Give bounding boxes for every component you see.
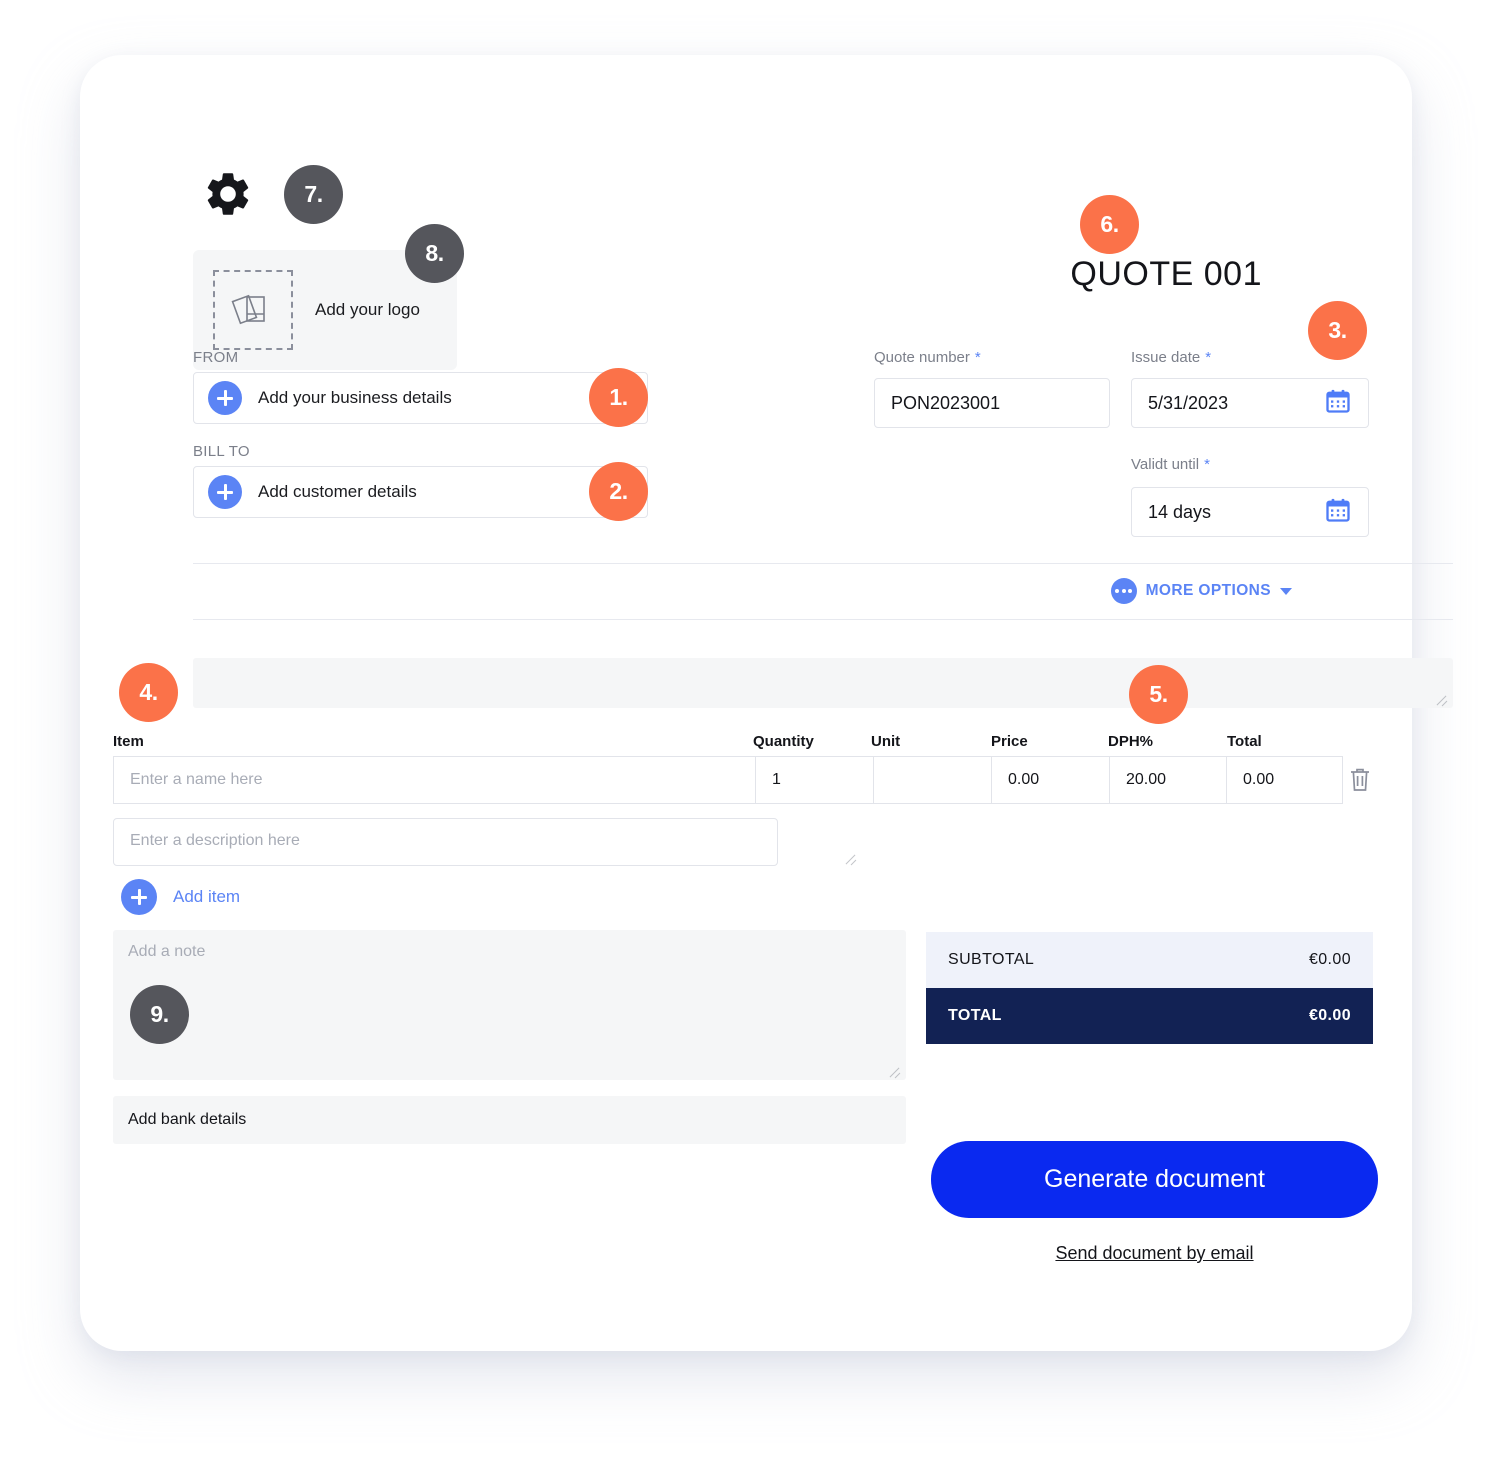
calendar-icon[interactable] bbox=[1324, 387, 1352, 420]
annotation-badge-label: 8. bbox=[425, 240, 444, 266]
add-business-details-label: Add your business details bbox=[258, 388, 452, 407]
item-name-input[interactable]: Enter a name here bbox=[113, 756, 755, 804]
quote-number-label-text: Quote number bbox=[874, 349, 970, 366]
item-total-value: 0.00 bbox=[1226, 756, 1343, 804]
column-header-item: Item bbox=[113, 733, 144, 750]
item-dph-input[interactable]: 20.00 bbox=[1109, 756, 1226, 804]
add-item-label: Add item bbox=[173, 887, 241, 906]
add-customer-details-label: Add customer details bbox=[258, 482, 417, 501]
add-item-button[interactable]: Add item bbox=[121, 879, 240, 915]
resize-handle-icon[interactable] bbox=[1436, 692, 1448, 704]
more-options-label: MORE OPTIONS bbox=[1145, 582, 1271, 599]
gear-icon[interactable] bbox=[202, 168, 254, 220]
annotation-badge-9: 9. bbox=[130, 985, 189, 1044]
issue-date-input[interactable]: 5/31/2023 bbox=[1131, 378, 1369, 428]
table-row: Enter a name here 1 0.00 20.00 0.00 bbox=[113, 756, 1343, 804]
annotation-badge-label: 1. bbox=[609, 384, 628, 410]
item-quantity-input[interactable]: 1 bbox=[755, 756, 873, 804]
logo-label: Add your logo bbox=[315, 300, 420, 319]
annotation-badge-label: 6. bbox=[1100, 211, 1119, 237]
dots-icon bbox=[1110, 578, 1137, 604]
add-bank-details-field[interactable]: Add bank details bbox=[113, 1096, 906, 1144]
trash-icon[interactable] bbox=[1348, 766, 1372, 794]
total-value: €0.00 bbox=[1308, 1007, 1351, 1024]
note-textarea[interactable]: Add a note bbox=[113, 930, 906, 1080]
column-header-quantity: Quantity bbox=[753, 733, 814, 750]
calendar-icon[interactable] bbox=[1324, 496, 1352, 529]
annotation-badge-8: 8. bbox=[405, 224, 464, 283]
valid-until-value: 14 days bbox=[1148, 501, 1212, 522]
section-divider-bottom bbox=[193, 619, 1453, 620]
annotation-badge-6: 6. bbox=[1080, 195, 1139, 254]
item-description-input[interactable]: Enter a description here bbox=[113, 818, 778, 866]
subtotal-value: €0.00 bbox=[1308, 951, 1351, 968]
column-header-dph: DPH% bbox=[1108, 733, 1154, 750]
valid-until-label-text: Validt until bbox=[1131, 456, 1200, 473]
page-title: QUOTE 001 bbox=[1070, 255, 1262, 293]
issue-date-label: Issue date * bbox=[1131, 349, 1211, 366]
valid-until-label: Validt until * bbox=[1131, 456, 1210, 473]
annotation-badge-1: 1. bbox=[589, 368, 648, 427]
send-document-by-email-link[interactable]: Send document by email bbox=[931, 1243, 1378, 1264]
plus-icon bbox=[121, 879, 157, 915]
column-header-price: Price bbox=[991, 733, 1028, 750]
subtotal-label: SUBTOTAL bbox=[948, 951, 1035, 968]
valid-until-input[interactable]: 14 days bbox=[1131, 487, 1369, 537]
annotation-badge-label: 5. bbox=[1149, 681, 1168, 707]
note-placeholder: Add a note bbox=[128, 943, 206, 960]
items-header-note-field[interactable] bbox=[193, 658, 1453, 708]
annotation-badge-7: 7. bbox=[284, 165, 343, 224]
plus-icon bbox=[208, 381, 242, 415]
plus-icon bbox=[208, 475, 242, 509]
generate-document-button[interactable]: Generate document bbox=[931, 1141, 1378, 1218]
add-customer-details-button[interactable]: Add customer details bbox=[193, 466, 648, 518]
annotation-badge-label: 9. bbox=[150, 1001, 169, 1027]
annotation-badge-label: 7. bbox=[304, 181, 323, 207]
column-header-total: Total bbox=[1227, 733, 1262, 750]
add-business-details-button[interactable]: Add your business details bbox=[193, 372, 648, 424]
annotation-badge-label: 4. bbox=[139, 679, 158, 705]
subtotal-row: SUBTOTAL €0.00 bbox=[926, 932, 1373, 988]
annotation-badge-2: 2. bbox=[589, 462, 648, 521]
required-marker: * bbox=[974, 349, 981, 366]
chevron-down-icon bbox=[1280, 587, 1292, 595]
annotation-badge-label: 3. bbox=[1328, 317, 1347, 343]
quote-number-input[interactable]: PON2023001 bbox=[874, 378, 1110, 428]
issue-date-label-text: Issue date bbox=[1131, 349, 1201, 366]
annotation-badge-5: 5. bbox=[1129, 665, 1188, 724]
section-divider-top bbox=[193, 563, 1453, 564]
item-unit-input[interactable] bbox=[873, 756, 991, 804]
column-header-unit: Unit bbox=[871, 733, 901, 750]
total-label: TOTAL bbox=[948, 1007, 1002, 1024]
quote-number-label: Quote number * bbox=[874, 349, 981, 366]
issue-date-value: 5/31/2023 bbox=[1148, 392, 1229, 413]
more-options-button[interactable]: MORE OPTIONS bbox=[1110, 578, 1292, 604]
document-editor-card: 7. Add your logo 8. 6. QUOTE 001 FROM Ad… bbox=[80, 55, 1453, 1351]
quote-number-value: PON2023001 bbox=[891, 392, 1001, 413]
item-price-input[interactable]: 0.00 bbox=[991, 756, 1109, 804]
annotation-badge-label: 2. bbox=[609, 478, 628, 504]
add-bank-details-label: Add bank details bbox=[128, 1111, 247, 1128]
resize-handle-icon[interactable] bbox=[845, 851, 857, 863]
bill-to-label: BILL TO bbox=[193, 443, 250, 460]
resize-handle-icon[interactable] bbox=[889, 1064, 901, 1076]
totals-panel: SUBTOTAL €0.00 TOTAL €0.00 bbox=[926, 932, 1373, 1044]
required-marker: * bbox=[1205, 349, 1212, 366]
image-stack-icon bbox=[231, 294, 265, 325]
logo-dropzone[interactable] bbox=[213, 270, 293, 350]
total-row-grand: TOTAL €0.00 bbox=[926, 988, 1373, 1044]
required-marker: * bbox=[1204, 456, 1210, 473]
annotation-badge-3: 3. bbox=[1308, 301, 1367, 360]
screenshot-root: 7. Add your logo 8. 6. QUOTE 001 FROM Ad… bbox=[0, 0, 1494, 1464]
annotation-badge-4: 4. bbox=[119, 663, 178, 722]
from-label: FROM bbox=[193, 349, 239, 366]
